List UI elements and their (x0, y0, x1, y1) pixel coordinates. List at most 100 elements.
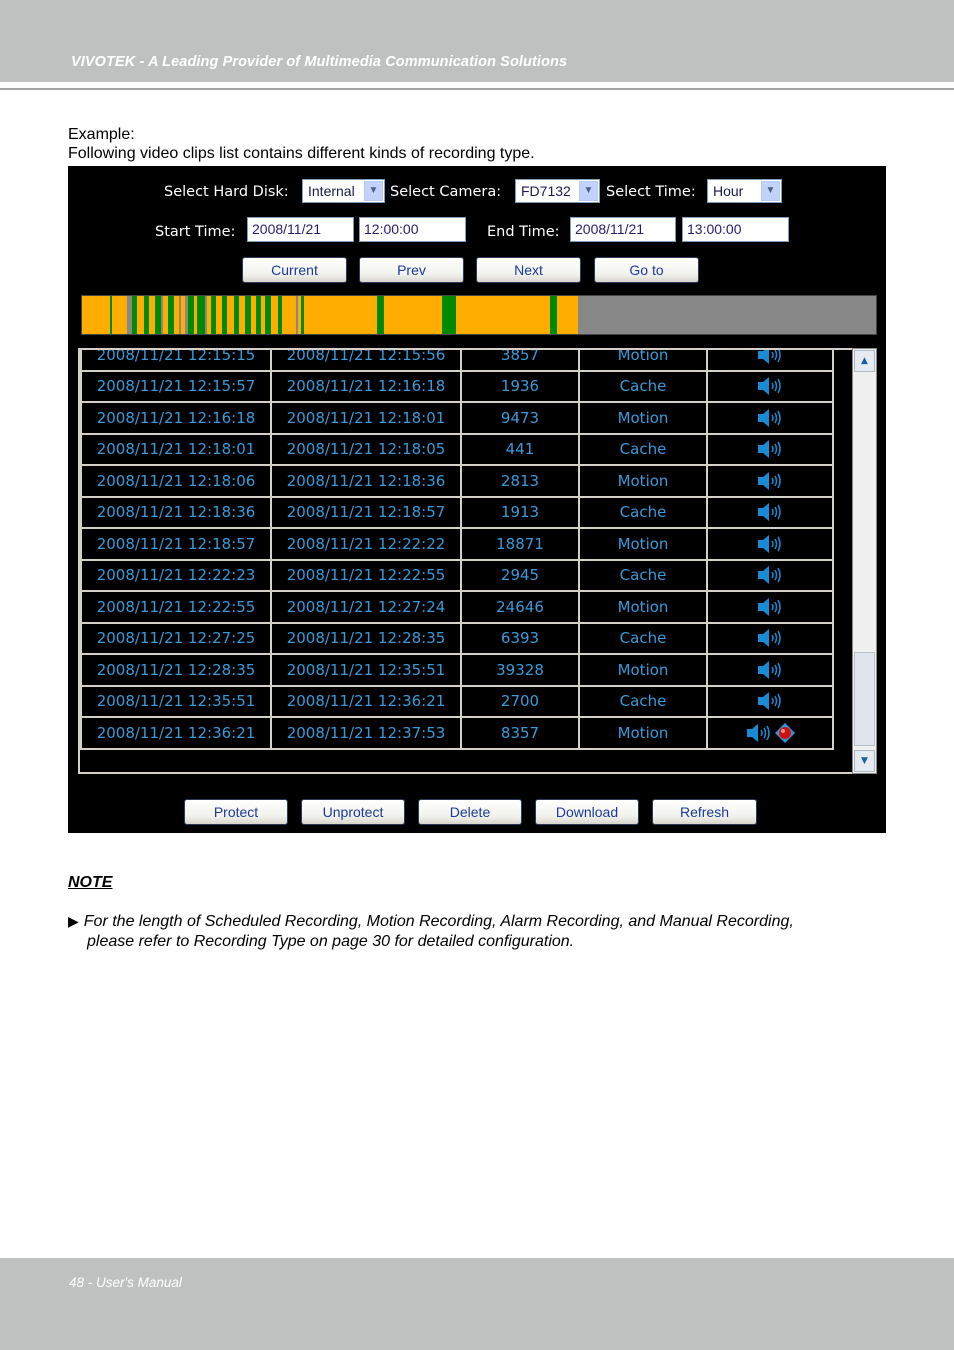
clip-size[interactable]: 2945 (460, 558, 580, 592)
clip-start-time[interactable]: 2008/11/21 12:15:15 (80, 350, 272, 372)
clip-speaker-icon[interactable] (706, 653, 834, 687)
clip-type[interactable]: Cache (578, 369, 708, 403)
clip-speaker-icon[interactable] (706, 590, 834, 624)
clip-size[interactable]: 1936 (460, 369, 580, 403)
clip-end-time[interactable]: 2008/11/21 12:18:57 (270, 495, 462, 529)
clip-start-time[interactable]: 2008/11/21 12:22:55 (80, 590, 272, 624)
unprotect-button[interactable]: Unprotect (301, 799, 405, 825)
clip-end-time[interactable]: 2008/11/21 12:27:24 (270, 590, 462, 624)
clip-size[interactable]: 3857 (460, 350, 580, 372)
timeline-segment-empty[interactable] (578, 296, 876, 334)
clip-speaker-icon[interactable] (706, 621, 834, 655)
clip-row[interactable]: 2008/11/21 12:27:25 2008/11/21 12:28:35 63… (80, 621, 834, 655)
timeline-segment-motion[interactable] (303, 296, 378, 334)
clip-speaker-icon[interactable] (706, 350, 834, 372)
current-button[interactable]: Current (242, 257, 347, 283)
clip-start-time[interactable]: 2008/11/21 12:36:21 (80, 716, 272, 750)
clip-type[interactable]: Motion (578, 716, 708, 750)
clip-row[interactable]: 2008/11/21 12:36:21 2008/11/21 12:37:53 83… (80, 716, 834, 750)
clip-start-time[interactable]: 2008/11/21 12:22:23 (80, 558, 272, 592)
clip-end-time[interactable]: 2008/11/21 12:15:56 (270, 350, 462, 372)
clip-row[interactable]: 2008/11/21 12:18:36 2008/11/21 12:18:57 19… (80, 495, 834, 529)
clip-row[interactable]: 2008/11/21 12:22:55 2008/11/21 12:27:24 24… (80, 590, 834, 624)
clip-type[interactable]: Cache (578, 558, 708, 592)
clip-end-time[interactable]: 2008/11/21 12:16:18 (270, 369, 462, 403)
clip-type[interactable]: Motion (578, 653, 708, 687)
clip-row[interactable]: 2008/11/21 12:18:57 2008/11/21 12:22:22 18… (80, 527, 834, 561)
clip-type[interactable]: Cache (578, 684, 708, 718)
clip-size[interactable]: 2700 (460, 684, 580, 718)
clip-start-time[interactable]: 2008/11/21 12:15:57 (80, 369, 272, 403)
clip-size[interactable]: 8357 (460, 716, 580, 750)
goto-button[interactable]: Go to (594, 257, 699, 283)
timeline-segment-cache[interactable] (441, 296, 457, 334)
clip-type[interactable]: Motion (578, 401, 708, 435)
delete-button[interactable]: Delete (418, 799, 522, 825)
clip-speaker-icon[interactable] (706, 558, 834, 592)
clip-row[interactable]: 2008/11/21 12:18:01 2008/11/21 12:18:05 44… (80, 432, 834, 466)
clip-row[interactable]: 2008/11/21 12:18:06 2008/11/21 12:18:36 28… (80, 464, 834, 498)
clip-end-time[interactable]: 2008/11/21 12:22:55 (270, 558, 462, 592)
clip-end-time[interactable]: 2008/11/21 12:37:53 (270, 716, 462, 750)
clip-start-time[interactable]: 2008/11/21 12:27:25 (80, 621, 272, 655)
clip-start-time[interactable]: 2008/11/21 12:18:06 (80, 464, 272, 498)
clip-end-time[interactable]: 2008/11/21 12:18:36 (270, 464, 462, 498)
clip-row[interactable]: 2008/11/21 12:15:57 2008/11/21 12:16:18 19… (80, 369, 834, 403)
clip-type[interactable]: Motion (578, 464, 708, 498)
clip-speaker-icon[interactable] (706, 401, 834, 435)
clip-size[interactable]: 6393 (460, 621, 580, 655)
timeline-segment-motion[interactable] (455, 296, 551, 334)
clip-start-time[interactable]: 2008/11/21 12:18:01 (80, 432, 272, 466)
timeline-segment-motion[interactable] (383, 296, 443, 334)
clip-start-time[interactable]: 2008/11/21 12:35:51 (80, 684, 272, 718)
clip-size[interactable]: 1913 (460, 495, 580, 529)
clip-speaker-icon[interactable] (706, 527, 834, 561)
end-date-input[interactable]: 2008/11/21 (570, 217, 676, 242)
clip-size[interactable]: 39328 (460, 653, 580, 687)
clip-speaker-icon[interactable] (706, 464, 834, 498)
clip-type[interactable]: Cache (578, 432, 708, 466)
clip-size[interactable]: 441 (460, 432, 580, 466)
clip-type[interactable]: Motion (578, 527, 708, 561)
clip-type[interactable]: Motion (578, 350, 708, 372)
clip-row[interactable]: 2008/11/21 12:16:18 2008/11/21 12:18:01 94… (80, 401, 834, 435)
timeline-segment-motion[interactable] (556, 296, 579, 334)
clip-type[interactable]: Motion (578, 590, 708, 624)
timeline-segment-motion[interactable] (82, 296, 111, 334)
clip-start-time[interactable]: 2008/11/21 12:16:18 (80, 401, 272, 435)
clip-start-time[interactable]: 2008/11/21 12:28:35 (80, 653, 272, 687)
clip-end-time[interactable]: 2008/11/21 12:36:21 (270, 684, 462, 718)
clip-start-time[interactable]: 2008/11/21 12:18:57 (80, 527, 272, 561)
clip-speaker-icon[interactable] (706, 684, 834, 718)
recording-timeline[interactable] (81, 295, 877, 335)
clip-type[interactable]: Cache (578, 621, 708, 655)
clip-size[interactable]: 24646 (460, 590, 580, 624)
timeline-segment-motion[interactable] (282, 296, 297, 334)
clip-speaker-icon[interactable] (706, 369, 834, 403)
hard-disk-select[interactable]: Internal ▼ (302, 179, 385, 203)
clip-row[interactable]: 2008/11/21 12:28:35 2008/11/21 12:35:51 39… (80, 653, 834, 687)
clip-speaker-icon[interactable] (706, 432, 834, 466)
clip-end-time[interactable]: 2008/11/21 12:22:22 (270, 527, 462, 561)
clip-start-time[interactable]: 2008/11/21 12:18:36 (80, 495, 272, 529)
clip-row[interactable]: 2008/11/21 12:35:51 2008/11/21 12:36:21 27… (80, 684, 834, 718)
camera-select[interactable]: FD7132 ▼ (515, 179, 600, 203)
clip-end-time[interactable]: 2008/11/21 12:35:51 (270, 653, 462, 687)
clip-size[interactable]: 18871 (460, 527, 580, 561)
clip-speaker-icon[interactable] (706, 495, 834, 529)
next-button[interactable]: Next (476, 257, 581, 283)
clip-row[interactable]: 2008/11/21 12:22:23 2008/11/21 12:22:55 29… (80, 558, 834, 592)
clip-size[interactable]: 9473 (460, 401, 580, 435)
clip-size[interactable]: 2813 (460, 464, 580, 498)
chevron-down-icon[interactable]: ▼ (761, 181, 780, 201)
clip-end-time[interactable]: 2008/11/21 12:18:05 (270, 432, 462, 466)
clip-type[interactable]: Cache (578, 495, 708, 529)
chevron-down-icon[interactable]: ▼ (579, 181, 598, 201)
chevron-down-icon[interactable]: ▼ (364, 181, 383, 201)
scroll-up-icon[interactable]: ▲ (854, 350, 875, 372)
clip-speaker-recording-icon[interactable] (706, 716, 834, 750)
start-date-input[interactable]: 2008/11/21 (247, 217, 354, 242)
download-button[interactable]: Download (535, 799, 639, 825)
end-time-input[interactable]: 13:00:00 (682, 217, 789, 242)
clip-end-time[interactable]: 2008/11/21 12:28:35 (270, 621, 462, 655)
